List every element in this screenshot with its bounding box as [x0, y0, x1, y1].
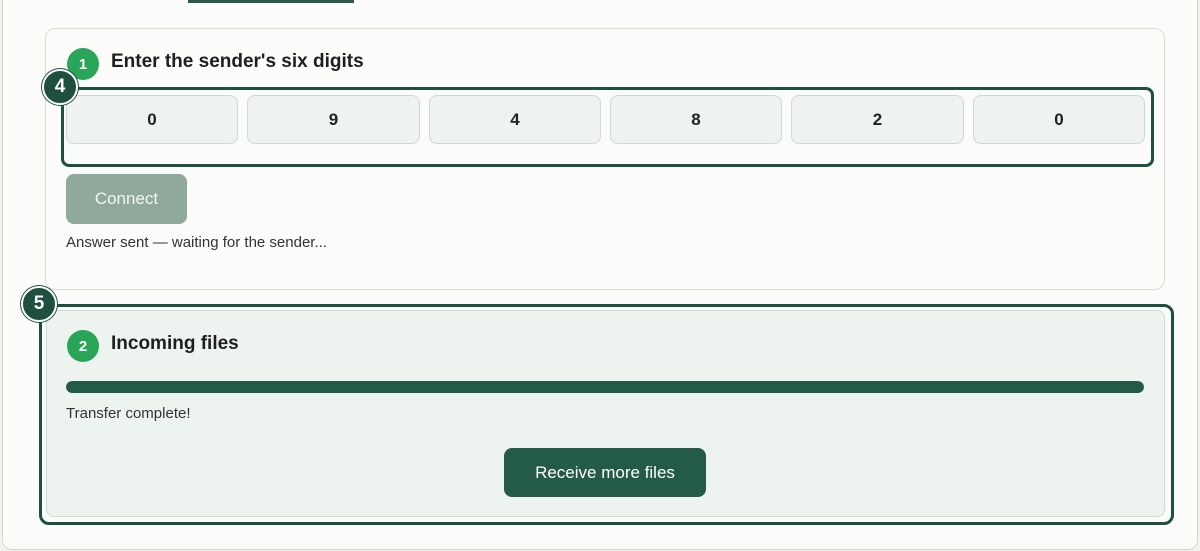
- digit-input-2[interactable]: 9: [247, 95, 420, 144]
- active-tab-indicator: [188, 0, 354, 3]
- digit-input-6[interactable]: 0: [973, 95, 1145, 144]
- transfer-progress-bar: [66, 381, 1144, 393]
- step-2-badge: 2: [67, 330, 99, 362]
- marker-5: 5: [21, 286, 57, 322]
- connect-button[interactable]: Connect: [66, 174, 187, 224]
- transfer-progress-fill: [66, 381, 1144, 393]
- enter-code-title: Enter the sender's six digits: [111, 51, 364, 72]
- connection-status: Answer sent — waiting for the sender...: [66, 234, 327, 251]
- marker-4: 4: [42, 69, 78, 105]
- receive-more-files-button[interactable]: Receive more files: [504, 448, 706, 497]
- digit-input-5[interactable]: 2: [791, 95, 964, 144]
- transfer-status: Transfer complete!: [66, 405, 191, 422]
- incoming-files-title: Incoming files: [111, 333, 239, 354]
- digit-input-3[interactable]: 4: [429, 95, 601, 144]
- digit-input-1[interactable]: 0: [66, 95, 238, 144]
- digit-input-4[interactable]: 8: [610, 95, 782, 144]
